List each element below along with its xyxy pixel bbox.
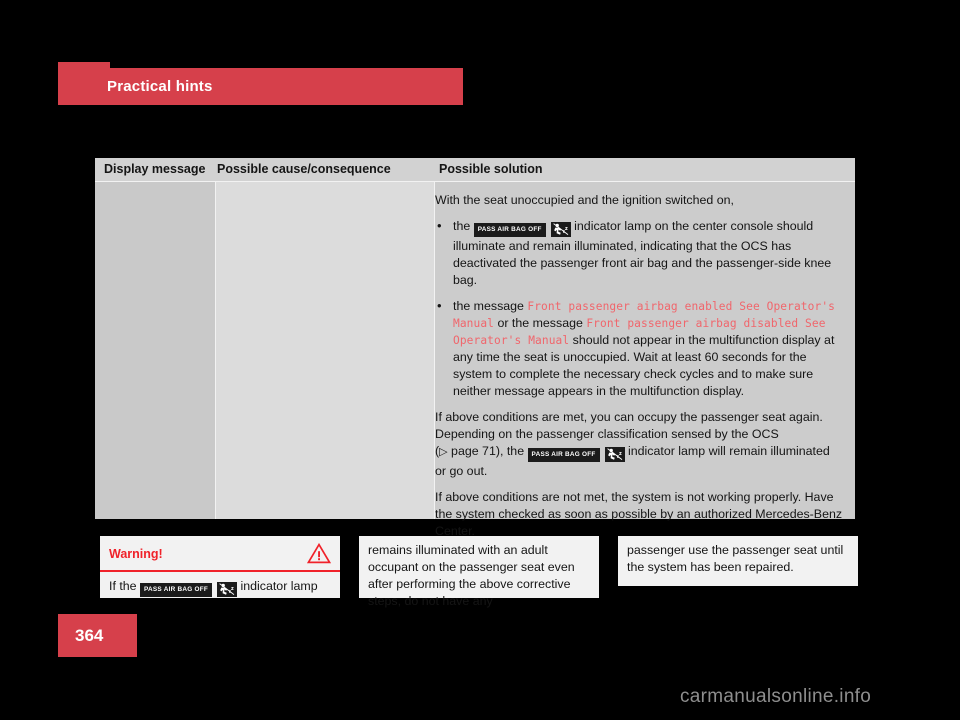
warning-title: Warning! xyxy=(109,547,163,561)
page-number-tab: 364 xyxy=(58,614,137,657)
solution-bullet-2: the message Front passenger airbag enabl… xyxy=(435,297,843,400)
solution-paragraph-3: If above conditions are not met, the sys… xyxy=(435,490,843,538)
page-reference-arrow-icon: ▷ xyxy=(439,446,448,458)
table-cell-possible-solution: With the seat unoccupied and the ignitio… xyxy=(435,182,855,538)
column-header-display-message: Display message xyxy=(104,162,206,176)
solution-paragraph-2: If above conditions are met, you can occ… xyxy=(435,409,843,480)
para2-text-after: ), the xyxy=(495,444,525,458)
airbag-off-symbol-icon xyxy=(217,582,238,598)
table-cell-possible-cause xyxy=(216,182,435,519)
bullet2-text-2: or the message xyxy=(494,316,587,330)
pass-air-bag-off-lamp: PASS AIR BAG OFF xyxy=(527,446,625,463)
airbag-off-symbol-icon xyxy=(550,222,571,238)
warning-body-text: If the PASS AIR BAG OFF indicator lamp xyxy=(109,578,318,598)
warning-continuation-text-2: passenger use the passenger seat until t… xyxy=(627,543,844,574)
column-header-possible-cause: Possible cause/consequence xyxy=(217,162,391,176)
column-header-possible-solution: Possible solution xyxy=(439,162,543,176)
solution-bullet-1: the PASS AIR BAG OFF xyxy=(435,217,843,289)
bullet2-text-1: the message xyxy=(453,299,528,313)
page-reference-label: page 71 xyxy=(447,444,496,458)
airbag-off-symbol-icon xyxy=(604,447,625,463)
table-header-row: Display message Possible cause/consequen… xyxy=(95,158,855,182)
solution-intro: With the seat unoccupied and the ignitio… xyxy=(435,193,734,207)
pass-air-bag-off-label: PASS AIR BAG OFF xyxy=(473,222,546,237)
pass-air-bag-off-label: PASS AIR BAG OFF xyxy=(527,447,600,462)
warning-continuation-box-1: remains illuminated with an adult occupa… xyxy=(359,536,599,608)
solution-bullet-list: the PASS AIR BAG OFF xyxy=(435,217,843,400)
table-cell-display-message xyxy=(95,182,216,519)
site-watermark: carmanualsonline.info xyxy=(680,686,872,707)
bullet1-text-before: the xyxy=(453,219,471,233)
page-reference[interactable]: ▷ page 71 xyxy=(439,444,496,458)
warning-box-header: Warning! xyxy=(100,536,340,572)
page-title: Practical hints xyxy=(107,78,213,95)
pass-air-bag-off-label: PASS AIR BAG OFF xyxy=(140,582,213,597)
warning-text-after: indicator lamp xyxy=(240,579,318,593)
warning-continuation-box-2: passenger use the passenger seat until t… xyxy=(618,536,858,586)
warning-box: Warning! If the PASS AIR BAG OFF indicat… xyxy=(100,536,340,598)
warning-triangle-icon xyxy=(306,542,332,569)
practical-hints-table: Display message Possible cause/consequen… xyxy=(95,158,855,538)
pass-air-bag-off-lamp: PASS AIR BAG OFF xyxy=(473,221,571,238)
warning-continuation-text-1: remains illuminated with an adult occupa… xyxy=(368,543,575,608)
warning-text-before: If the xyxy=(109,579,137,593)
pass-air-bag-off-lamp: PASS AIR BAG OFF xyxy=(140,581,238,598)
page-number: 364 xyxy=(75,626,104,645)
